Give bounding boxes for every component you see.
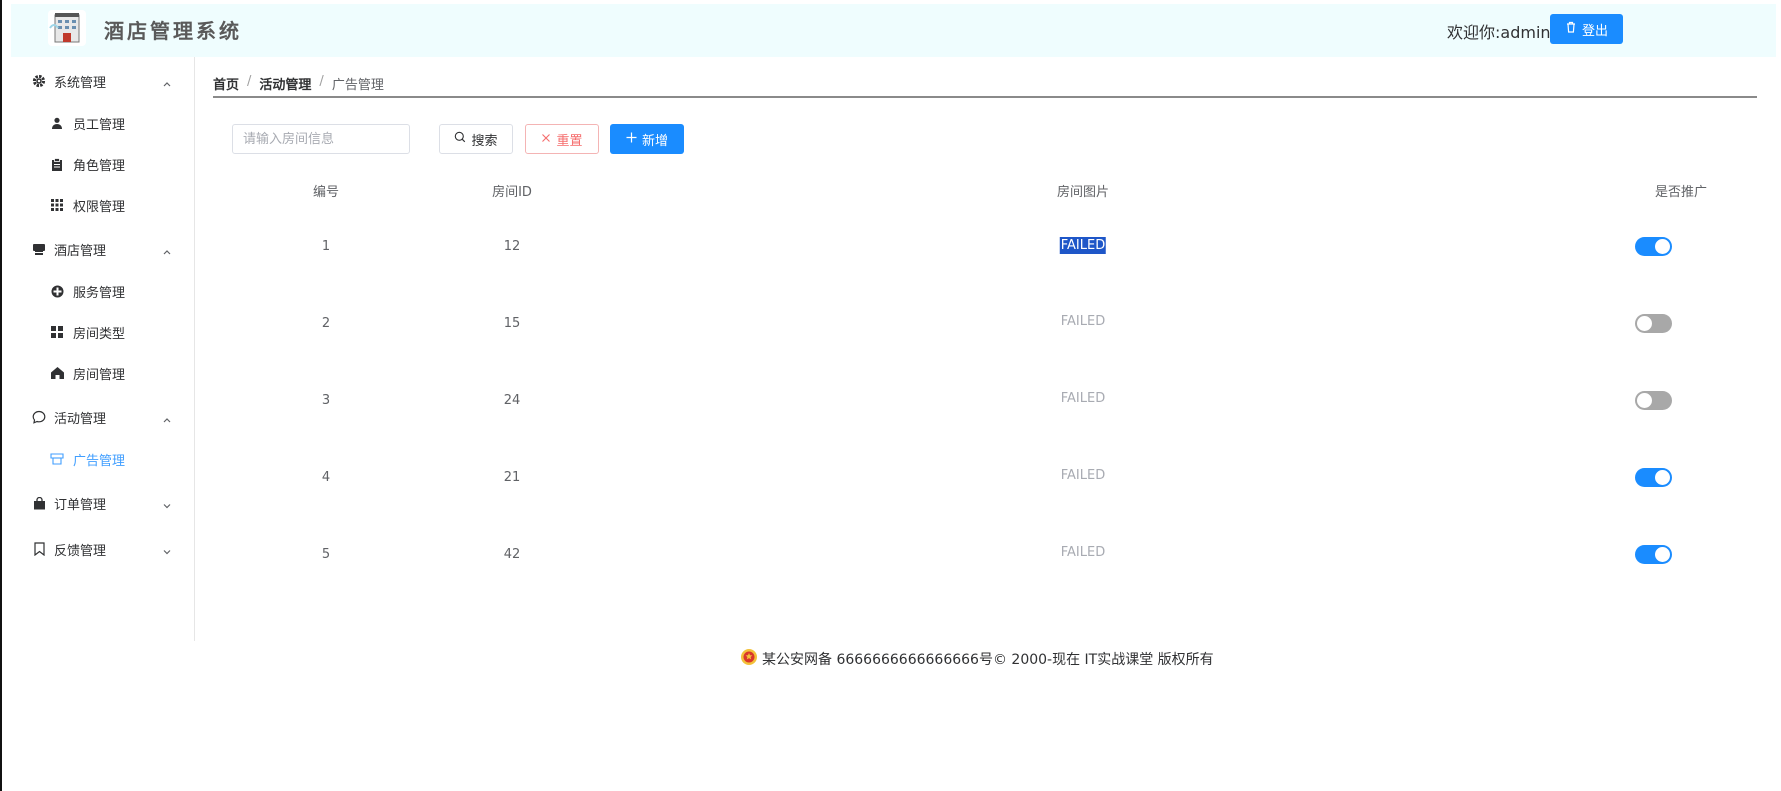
- app-title: 酒店管理系统: [104, 19, 242, 43]
- chevron-down-icon: [161, 497, 173, 509]
- add-button[interactable]: 新增: [610, 124, 684, 154]
- sidebar-group-label: 反馈管理: [54, 543, 107, 559]
- column-header-room-image: 房间图片: [1056, 185, 1110, 200]
- switch-knob: [1655, 547, 1670, 562]
- tiles-icon: [49, 324, 65, 340]
- sidebar-item-services[interactable]: 服务管理: [11, 271, 194, 311]
- hotel-logo-icon: [46, 8, 88, 48]
- column-header-promoted: 是否推广: [1654, 185, 1708, 200]
- breadcrumb-separator: /: [319, 74, 324, 89]
- cell-room-id: 21: [503, 470, 521, 485]
- sidebar-group-label: 活动管理: [54, 411, 107, 427]
- reset-button[interactable]: 重置: [525, 124, 599, 154]
- window-edge: [0, 0, 2, 791]
- sidebar-group-orders[interactable]: 订单管理: [11, 483, 194, 523]
- ad-icon: [49, 451, 65, 467]
- breadcrumb-activities[interactable]: 活动管理: [259, 74, 311, 93]
- sidebar-item-label: 员工管理: [73, 117, 126, 133]
- cell-id: 1: [321, 239, 331, 254]
- promote-switch[interactable]: [1635, 314, 1672, 333]
- top-header: 酒店管理系统 欢迎你:admin 登出: [11, 4, 1776, 57]
- breadcrumb: 首页 / 活动管理 / 广告管理: [213, 74, 384, 93]
- sidebar-group-system[interactable]: 系统管理: [11, 61, 194, 101]
- cell-room-id: 15: [503, 316, 521, 331]
- switch-knob: [1655, 470, 1670, 485]
- search-icon: [454, 131, 466, 147]
- room-image-failed: FAILED: [1059, 237, 1107, 254]
- breadcrumb-home[interactable]: 首页: [213, 74, 239, 93]
- column-header-id: 编号: [312, 185, 340, 200]
- breadcrumb-separator: /: [247, 74, 252, 89]
- cell-id: 2: [321, 316, 331, 331]
- sidebar-item-label: 房间管理: [73, 367, 126, 383]
- trash-icon: [1565, 21, 1577, 37]
- sidebar-group-label: 酒店管理: [54, 243, 107, 259]
- room-image-failed: FAILED: [1060, 314, 1106, 329]
- sidebar-item-ads[interactable]: 广告管理: [11, 439, 194, 479]
- search-button[interactable]: 搜索: [439, 124, 513, 154]
- chevron-up-icon: [161, 411, 173, 423]
- column-header-room-id: 房间ID: [492, 185, 532, 200]
- switch-knob: [1637, 316, 1652, 331]
- cell-room-id: 42: [503, 547, 521, 562]
- breadcrumb-divider: [213, 96, 1757, 98]
- sidebar-item-label: 房间类型: [73, 326, 126, 342]
- search-button-label: 搜索: [471, 133, 498, 149]
- add-button-label: 新增: [641, 133, 668, 149]
- room-image-failed: FAILED: [1060, 391, 1106, 406]
- search-input[interactable]: [232, 124, 410, 154]
- sidebar-group-label: 系统管理: [54, 75, 107, 91]
- plus-icon: [626, 132, 637, 147]
- sidebar-item-rooms[interactable]: 房间管理: [11, 353, 194, 393]
- switch-knob: [1655, 239, 1670, 254]
- breadcrumb-current: 广告管理: [331, 78, 384, 93]
- promote-switch[interactable]: [1635, 545, 1672, 564]
- sidebar-group-label: 订单管理: [54, 497, 107, 513]
- sidebar-group-hotel[interactable]: 酒店管理: [11, 229, 194, 269]
- sidebar-group-feedback[interactable]: 反馈管理: [11, 529, 194, 569]
- shop-icon: [31, 241, 47, 257]
- chat-icon: [31, 409, 47, 425]
- logout-label: 登出: [1581, 23, 1608, 39]
- cell-room-id: 24: [503, 393, 521, 408]
- bookmark-icon: [31, 541, 47, 557]
- logout-button[interactable]: 登出: [1550, 14, 1623, 44]
- sidebar-menu: 系统管理 员工管理 角色管理 权限管理 酒店管理 服务管理 房间类型 房间管理 …: [11, 57, 195, 641]
- police-badge-icon: [740, 648, 758, 670]
- switch-knob: [1637, 393, 1652, 408]
- room-image-failed: FAILED: [1060, 468, 1106, 483]
- sidebar-item-staff[interactable]: 员工管理: [11, 103, 194, 143]
- sidebar-item-label: 服务管理: [73, 285, 126, 301]
- grid-icon: [49, 197, 65, 213]
- clipboard-icon: [49, 156, 65, 172]
- reset-button-label: 重置: [556, 133, 583, 149]
- cell-id: 4: [321, 470, 331, 485]
- footer: 某公安网备 6666666666666666号© 2000-现在 IT实战课堂 …: [740, 648, 1214, 670]
- house-icon: [49, 365, 65, 381]
- cell-id: 3: [321, 393, 331, 408]
- chevron-up-icon: [161, 75, 173, 87]
- close-icon: [541, 132, 551, 147]
- gear-icon: [31, 73, 47, 89]
- welcome-text: 欢迎你:admin: [1447, 23, 1551, 42]
- footer-text: 某公安网备 6666666666666666号© 2000-现在 IT实战课堂 …: [762, 652, 1214, 668]
- promote-switch[interactable]: [1635, 237, 1672, 256]
- cell-room-id: 12: [503, 239, 521, 254]
- room-image-failed: FAILED: [1060, 545, 1106, 560]
- sidebar-item-permissions[interactable]: 权限管理: [11, 185, 194, 225]
- bag-icon: [31, 495, 47, 511]
- chevron-up-icon: [161, 243, 173, 255]
- promote-switch[interactable]: [1635, 468, 1672, 487]
- sidebar-item-label: 权限管理: [73, 199, 126, 215]
- sidebar-group-activities[interactable]: 活动管理: [11, 397, 194, 437]
- service-icon: [49, 283, 65, 299]
- user-icon: [49, 115, 65, 131]
- chevron-down-icon: [161, 543, 173, 555]
- sidebar-item-roles[interactable]: 角色管理: [11, 144, 194, 184]
- cell-id: 5: [321, 547, 331, 562]
- sidebar-item-label: 角色管理: [73, 158, 126, 174]
- promote-switch[interactable]: [1635, 391, 1672, 410]
- sidebar-item-room-types[interactable]: 房间类型: [11, 312, 194, 352]
- sidebar-item-label: 广告管理: [73, 453, 126, 469]
